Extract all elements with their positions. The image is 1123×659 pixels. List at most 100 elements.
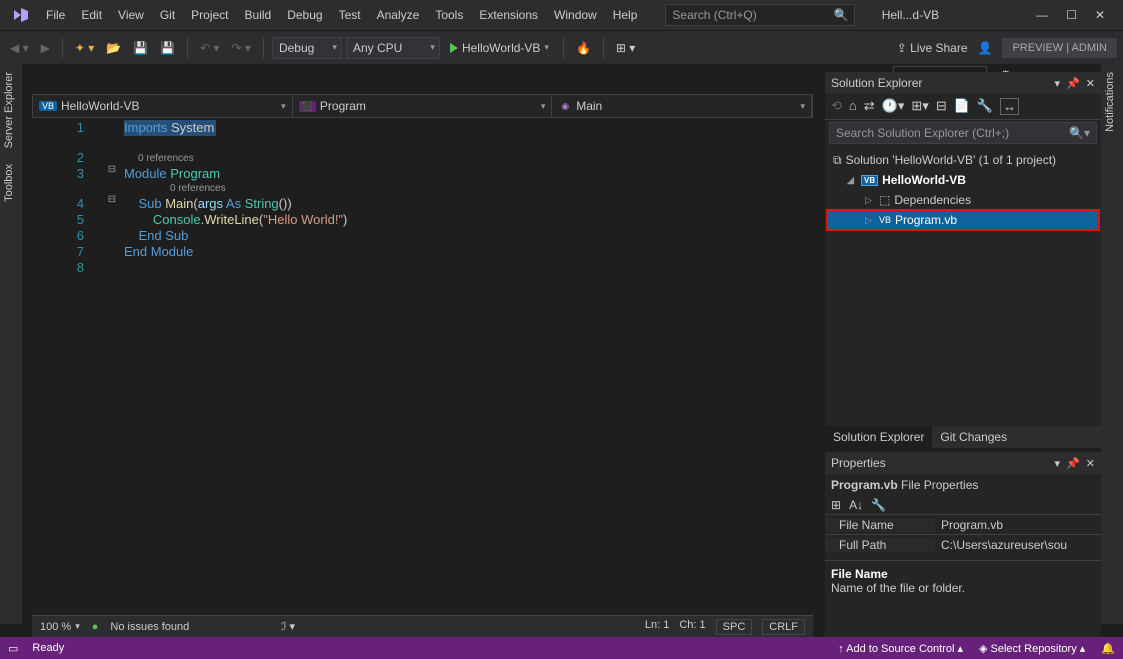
search-icon: 🔍 <box>833 8 848 22</box>
platform-dropdown[interactable]: Any CPU <box>346 37 440 59</box>
line-ending-mode[interactable]: CRLF <box>762 619 805 635</box>
menu-file[interactable]: File <box>38 4 73 26</box>
live-share-button[interactable]: ⇪ Live Share <box>897 41 968 55</box>
project-node[interactable]: ◢VBHelloWorld-VB <box>827 170 1099 190</box>
status-ready: Ready <box>32 642 64 654</box>
select-repository-button[interactable]: ◈ Select Repository ▴ <box>979 642 1085 655</box>
new-project-button[interactable]: ✦ ▾ <box>71 39 98 57</box>
preview-icon[interactable]: ↔ <box>1000 98 1019 115</box>
nav-back-button[interactable]: ◀ ▾ <box>6 39 33 57</box>
file-node-program[interactable]: ▷VBProgram.vb <box>827 210 1099 230</box>
play-icon <box>450 43 458 53</box>
codelens-references[interactable]: 0 references <box>124 182 797 196</box>
window-controls: — ☐ ✕ <box>1022 8 1119 22</box>
property-row[interactable]: Full PathC:\Users\azureuser\sou <box>825 534 1101 554</box>
properties-toolbar: ⊞ A↓ 🔧 <box>825 496 1101 514</box>
nav-type-dropdown[interactable]: ⬛Program <box>293 95 553 117</box>
redo-button[interactable]: ↷ ▾ <box>228 39 255 57</box>
open-file-button[interactable]: 📂 <box>102 39 125 57</box>
menu-edit[interactable]: Edit <box>73 4 110 26</box>
undo-button[interactable]: ↶ ▾ <box>196 39 223 57</box>
vb-icon: VB <box>861 175 878 186</box>
home-icon[interactable]: ⌂ <box>849 98 857 115</box>
git-changes-tab[interactable]: Git Changes <box>932 426 1015 448</box>
menu-build[interactable]: Build <box>237 4 280 26</box>
menu-help[interactable]: Help <box>605 4 646 26</box>
hot-reload-icon[interactable]: 🔥 <box>572 39 595 57</box>
collapse-icon[interactable]: ⊟ <box>936 98 947 115</box>
add-source-control-button[interactable]: ↑ Add to Source Control ▴ <box>838 642 963 655</box>
codelens-references[interactable]: 0 references <box>124 152 797 166</box>
save-all-button[interactable]: 💾 <box>156 39 179 57</box>
main-menu: File Edit View Git Project Build Debug T… <box>38 4 645 26</box>
notifications-tab[interactable]: Notifications <box>1101 64 1119 140</box>
properties-icon[interactable]: 🔧 <box>977 98 993 115</box>
solution-icon: ⧉ <box>833 153 842 168</box>
solution-tree: ⧉Solution 'HelloWorld-VB' (1 of 1 projec… <box>825 146 1101 426</box>
fold-toggle[interactable]: ⊟ <box>104 194 120 205</box>
menu-analyze[interactable]: Analyze <box>369 4 428 26</box>
close-icon[interactable]: ✕ <box>1086 77 1095 90</box>
pin-icon[interactable]: 📌 <box>1066 77 1080 90</box>
nav-member-dropdown[interactable]: ◉Main <box>552 95 812 117</box>
sync-icon[interactable]: ⇄ <box>864 98 875 115</box>
close-icon[interactable]: ✕ <box>1086 457 1095 470</box>
notifications-bell-icon[interactable]: 🔔 <box>1101 642 1115 655</box>
quick-search-input[interactable]: Search (Ctrl+Q) 🔍 <box>665 4 855 26</box>
menu-window[interactable]: Window <box>546 4 605 26</box>
output-icon[interactable]: ▭ <box>8 642 18 655</box>
menu-project[interactable]: Project <box>183 4 236 26</box>
property-row[interactable]: File NameProgram.vb <box>825 514 1101 534</box>
minimize-button[interactable]: — <box>1036 8 1048 22</box>
configuration-dropdown[interactable]: Debug <box>272 37 342 59</box>
server-explorer-tab[interactable]: Server Explorer <box>0 64 18 156</box>
code-editor[interactable]: 💡 12345678 ⊟ ⊟ Imports System 0 referenc… <box>32 118 813 615</box>
nav-project-dropdown[interactable]: VBHelloWorld-VB <box>33 95 293 117</box>
expander-icon[interactable]: ◢ <box>847 175 857 186</box>
solution-explorer-panel: Solution Explorer ▾📌✕ ⟲ ⌂ ⇄ 🕐▾ ⊞▾ ⊟ 📄 🔧 … <box>825 72 1101 448</box>
menu-view[interactable]: View <box>110 4 152 26</box>
expander-icon[interactable]: ▷ <box>865 215 875 226</box>
back-icon[interactable]: ⟲ <box>831 98 842 115</box>
menu-git[interactable]: Git <box>152 4 183 26</box>
pin-icon[interactable]: 📌 <box>1066 457 1080 470</box>
zoom-control[interactable]: 100 % ▾ <box>40 621 80 633</box>
code-content: Imports System 0 references Module Progr… <box>124 120 797 260</box>
char-indicator[interactable]: Ch: 1 <box>679 619 705 635</box>
start-debugging-button[interactable]: HelloWorld-VB ▾ <box>444 41 555 55</box>
dropdown-icon[interactable]: ▾ <box>1055 457 1061 470</box>
alphabetical-icon[interactable]: A↓ <box>849 498 863 512</box>
health-indicator-icon[interactable]: ℐ ▾ <box>281 620 295 633</box>
issues-status[interactable]: No issues found <box>110 621 189 633</box>
show-all-icon[interactable]: 📄 <box>954 98 970 115</box>
search-placeholder: Search (Ctrl+Q) <box>672 8 756 22</box>
refresh-icon[interactable]: 🕐▾ <box>882 98 905 115</box>
menu-extensions[interactable]: Extensions <box>471 4 546 26</box>
menu-test[interactable]: Test <box>331 4 369 26</box>
expander-icon[interactable]: ▷ <box>865 195 875 206</box>
dependencies-node[interactable]: ▷⬚Dependencies <box>827 190 1099 210</box>
editor-status-bar: 100 % ▾ ● No issues found ℐ ▾ Ln: 1 Ch: … <box>32 615 813 637</box>
solution-node[interactable]: ⧉Solution 'HelloWorld-VB' (1 of 1 projec… <box>827 150 1099 170</box>
close-button[interactable]: ✕ <box>1095 8 1105 22</box>
line-indicator[interactable]: Ln: 1 <box>645 619 669 635</box>
feedback-icon[interactable]: 👤 <box>978 41 993 55</box>
indent-mode[interactable]: SPC <box>716 619 753 635</box>
toolbox-tab[interactable]: Toolbox <box>0 156 18 210</box>
fold-toggle[interactable]: ⊟ <box>104 164 120 175</box>
preview-admin-badge[interactable]: PREVIEW | ADMIN <box>1002 38 1117 58</box>
save-button[interactable]: 💾 <box>129 39 152 57</box>
menu-tools[interactable]: Tools <box>427 4 471 26</box>
toolbar-overflow-icon[interactable]: ⊞ ▾ <box>612 39 639 57</box>
solution-explorer-tab[interactable]: Solution Explorer <box>825 426 932 448</box>
dropdown-icon[interactable]: ▾ <box>1055 77 1061 90</box>
maximize-button[interactable]: ☐ <box>1066 8 1077 22</box>
categorized-icon[interactable]: ⊞ <box>831 498 841 512</box>
nav-fwd-button[interactable]: ▶ <box>37 39 54 57</box>
vs-logo-icon <box>10 4 32 26</box>
solution-search-input[interactable]: Search Solution Explorer (Ctrl+;) 🔍▾ <box>829 122 1097 144</box>
property-pages-icon[interactable]: 🔧 <box>871 498 886 512</box>
menu-debug[interactable]: Debug <box>279 4 330 26</box>
filter-icon[interactable]: ⊞▾ <box>911 98 928 115</box>
check-icon: ● <box>92 621 99 633</box>
